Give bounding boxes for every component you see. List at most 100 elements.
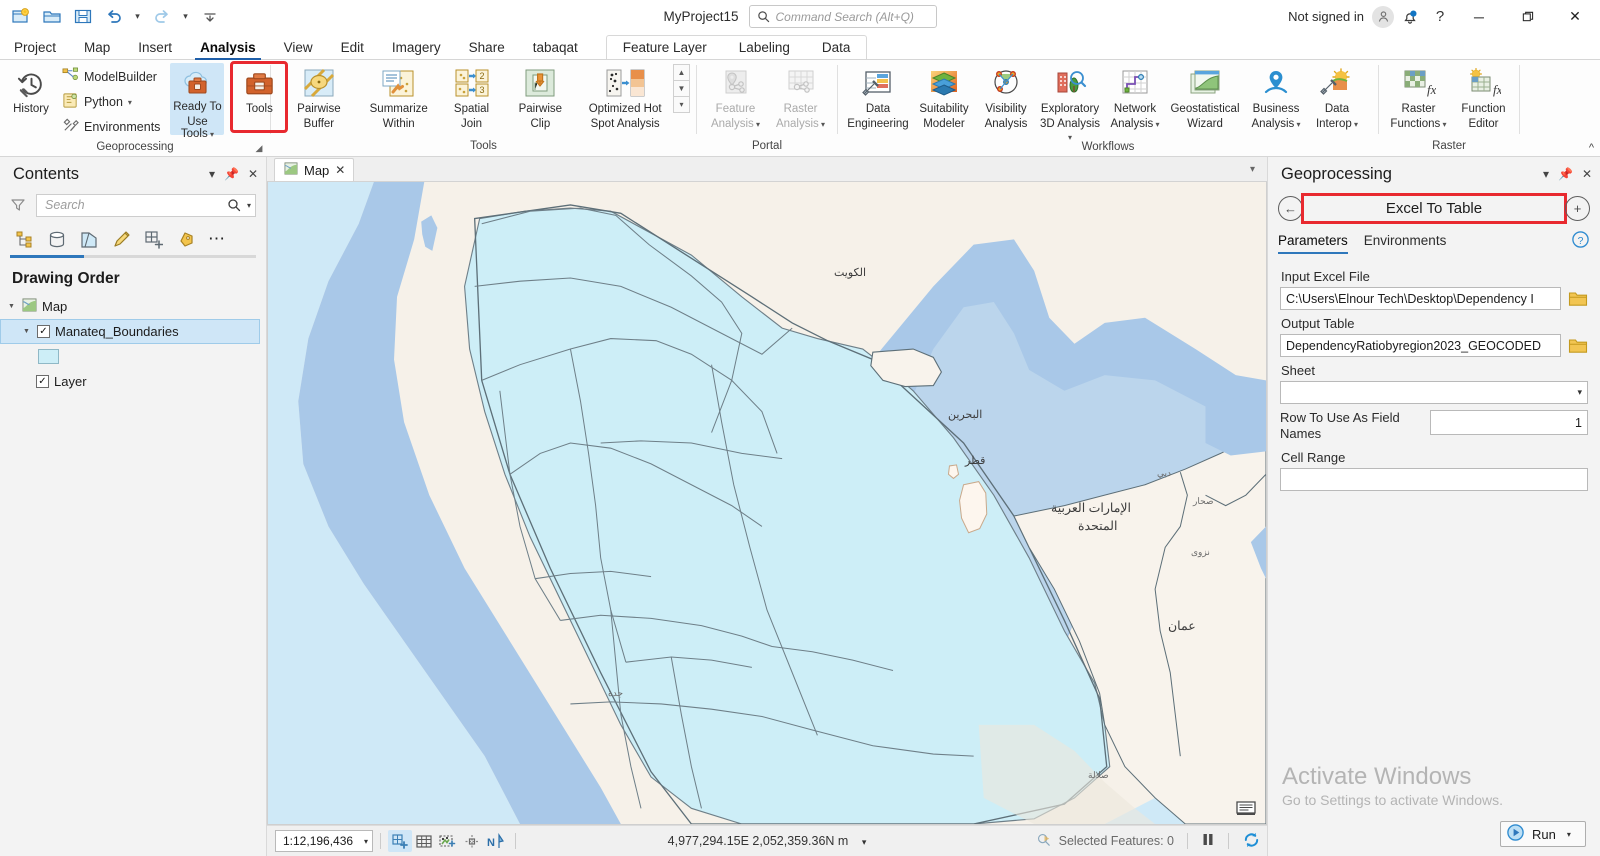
minimize-button[interactable]: ─ bbox=[1456, 0, 1502, 33]
cell-range-field[interactable] bbox=[1280, 468, 1588, 491]
tab-tabaqat[interactable]: tabaqat bbox=[519, 35, 592, 60]
tab-insert[interactable]: Insert bbox=[124, 35, 186, 60]
row-to-use-field[interactable]: 1 bbox=[1430, 410, 1588, 435]
chevron-down-icon[interactable]: ▾ bbox=[1577, 387, 1582, 398]
browse-folder-icon[interactable] bbox=[1567, 288, 1588, 309]
filter-icon[interactable] bbox=[6, 197, 30, 213]
select-by-rectangle-icon[interactable] bbox=[436, 830, 460, 852]
tree-item-symbol[interactable] bbox=[0, 344, 266, 369]
chevron-down-icon[interactable]: ▾ bbox=[819, 120, 825, 129]
close-icon[interactable]: ✕ bbox=[248, 167, 258, 181]
help-icon[interactable]: ? bbox=[1426, 4, 1454, 30]
suitability-modeler-button[interactable]: Suitability Modeler bbox=[912, 63, 976, 130]
pin-icon[interactable]: 📌 bbox=[1558, 167, 1573, 181]
python-button[interactable]: Python ▾ bbox=[58, 90, 164, 114]
expand-triangle-icon[interactable]: ▼ bbox=[23, 328, 32, 335]
list-by-drawing-order-icon[interactable] bbox=[10, 225, 40, 253]
customize-qat-icon[interactable] bbox=[195, 3, 224, 30]
list-by-snapping-icon[interactable] bbox=[138, 225, 168, 253]
help-circle-icon[interactable]: ? bbox=[1571, 230, 1590, 253]
geostatistical-wizard-button[interactable]: Geostatistical Wizard bbox=[1166, 63, 1244, 130]
tab-environments[interactable]: Environments bbox=[1364, 230, 1447, 254]
coordinate-units-chevron-icon[interactable]: ▾ bbox=[862, 837, 867, 847]
ready-to-use-tools-button[interactable]: Ready To Use Tools ▾ bbox=[170, 63, 225, 140]
business-analysis-button[interactable]: Business Analysis ▾ bbox=[1244, 63, 1308, 131]
optimized-hot-spot-button[interactable]: Optimized Hot Spot Analysis bbox=[578, 63, 672, 130]
search-icon[interactable] bbox=[227, 198, 241, 212]
pairwise-clip-button[interactable]: Pairwise Clip bbox=[502, 63, 578, 130]
plus-circle-icon[interactable]: + bbox=[1565, 196, 1590, 221]
chevron-down-icon[interactable]: ▾ bbox=[1352, 120, 1358, 129]
map-view[interactable]: الكويت البحرين قطر الإمارات العربية المت… bbox=[267, 181, 1267, 825]
map-view-tab[interactable]: Map ✕ bbox=[274, 158, 355, 181]
search-options-chevron-icon[interactable]: ▾ bbox=[247, 201, 251, 210]
search-input[interactable]: Search ▾ bbox=[36, 193, 256, 217]
input-excel-file-field[interactable]: C:\Users\Elnour Tech\Desktop\Dependency … bbox=[1280, 287, 1561, 310]
modelbuilder-button[interactable]: ModelBuilder bbox=[58, 65, 164, 89]
maximize-button[interactable] bbox=[1504, 0, 1550, 33]
command-search-input[interactable]: Command Search (Alt+Q) bbox=[748, 5, 937, 28]
gallery-expand-icon[interactable]: ▾ bbox=[673, 96, 691, 113]
tab-feature-layer[interactable]: Feature Layer bbox=[607, 35, 723, 60]
raster-functions-button[interactable]: fx Raster Functions ▾ bbox=[1385, 63, 1452, 131]
layer-checkbox[interactable]: ✓ bbox=[37, 325, 50, 338]
tab-parameters[interactable]: Parameters bbox=[1278, 230, 1348, 254]
notifications-icon[interactable] bbox=[1396, 4, 1424, 30]
map-attribution-icon[interactable] bbox=[1235, 799, 1257, 817]
chevron-down-icon[interactable]: ▾ bbox=[1153, 120, 1160, 129]
create-features-icon[interactable] bbox=[388, 830, 412, 852]
sheet-dropdown[interactable]: ▾ bbox=[1280, 381, 1588, 404]
tree-item-manateq-boundaries[interactable]: ▼ ✓ Manateq_Boundaries bbox=[0, 319, 260, 344]
save-project-icon[interactable] bbox=[68, 3, 97, 30]
feature-analysis-button[interactable]: Feature Analysis ▾ bbox=[703, 63, 768, 131]
chevron-down-icon[interactable]: ▾ bbox=[754, 120, 760, 129]
summarize-within-button[interactable]: Summarize Within bbox=[357, 63, 441, 130]
layer-checkbox[interactable]: ✓ bbox=[36, 375, 49, 388]
open-project-icon[interactable] bbox=[37, 3, 66, 30]
tree-item-map[interactable]: ▼ Map bbox=[0, 294, 266, 319]
tree-item-layer[interactable]: ✓ Layer bbox=[0, 369, 266, 394]
visibility-analysis-button[interactable]: Visibility Analysis bbox=[976, 63, 1036, 130]
gallery-scroll-down-icon[interactable]: ▼ bbox=[673, 80, 691, 97]
data-interop-button[interactable]: Data Interop ▾ bbox=[1308, 63, 1366, 131]
tab-data[interactable]: Data bbox=[806, 35, 867, 60]
pause-drawing-icon[interactable] bbox=[1201, 832, 1215, 850]
tab-edit[interactable]: Edit bbox=[327, 35, 378, 60]
spatial-join-button[interactable]: 23 Spatial Join bbox=[441, 63, 503, 130]
chevron-down-icon[interactable]: ▾ bbox=[1440, 120, 1447, 129]
attribute-table-icon[interactable] bbox=[412, 830, 436, 852]
tab-view[interactable]: View bbox=[270, 35, 327, 60]
close-icon[interactable]: ✕ bbox=[335, 163, 345, 177]
network-analysis-button[interactable]: Network Analysis ▾ bbox=[1104, 63, 1166, 131]
chevron-down-icon[interactable]: ▾ bbox=[364, 837, 368, 846]
north-arrow-icon[interactable]: N bbox=[484, 830, 508, 852]
back-arrow-icon[interactable]: ← bbox=[1278, 196, 1303, 221]
chevron-down-icon[interactable]: ▾ bbox=[208, 130, 214, 139]
map-tabs-overflow-chevron-icon[interactable]: ▾ bbox=[1250, 164, 1267, 175]
pairwise-buffer-button[interactable]: Pairwise Buffer bbox=[281, 63, 357, 130]
output-table-field[interactable]: DependencyRatiobyregion2023_GEOCODED bbox=[1280, 334, 1561, 357]
new-project-icon[interactable] bbox=[6, 3, 35, 30]
chevron-down-icon[interactable]: ▾ bbox=[1294, 120, 1301, 129]
undo-icon[interactable] bbox=[99, 3, 128, 30]
gallery-scroll-up-icon[interactable]: ▲ bbox=[673, 64, 691, 81]
tab-analysis[interactable]: Analysis bbox=[186, 35, 270, 60]
data-engineering-button[interactable]: Data Engineering bbox=[844, 63, 912, 130]
exploratory-3d-button[interactable]: Exploratory 3D Analysis ▾ bbox=[1036, 63, 1104, 145]
tab-project[interactable]: Project bbox=[0, 35, 70, 60]
expand-triangle-icon[interactable]: ▼ bbox=[8, 303, 17, 310]
history-button[interactable]: History bbox=[4, 63, 58, 116]
more-options-icon[interactable]: ⋯ bbox=[202, 225, 232, 253]
pin-icon[interactable]: 📌 bbox=[224, 167, 239, 181]
list-by-labeling-icon[interactable] bbox=[170, 225, 200, 253]
chevron-down-icon[interactable]: ▾ bbox=[128, 98, 132, 107]
run-button[interactable]: Run ▾ bbox=[1500, 821, 1586, 847]
chevron-down-icon[interactable]: ▾ bbox=[1543, 167, 1549, 181]
chevron-down-icon[interactable]: ▾ bbox=[1567, 830, 1571, 839]
close-button[interactable]: ✕ bbox=[1552, 0, 1598, 33]
geoprocessing-dialog-launcher-icon[interactable]: ◢ bbox=[252, 141, 266, 155]
list-by-editing-icon[interactable] bbox=[106, 225, 136, 253]
chevron-down-icon[interactable]: ▾ bbox=[209, 167, 215, 181]
symbol-swatch[interactable] bbox=[38, 349, 59, 364]
raster-analysis-button[interactable]: Raster Analysis ▾ bbox=[768, 63, 833, 131]
